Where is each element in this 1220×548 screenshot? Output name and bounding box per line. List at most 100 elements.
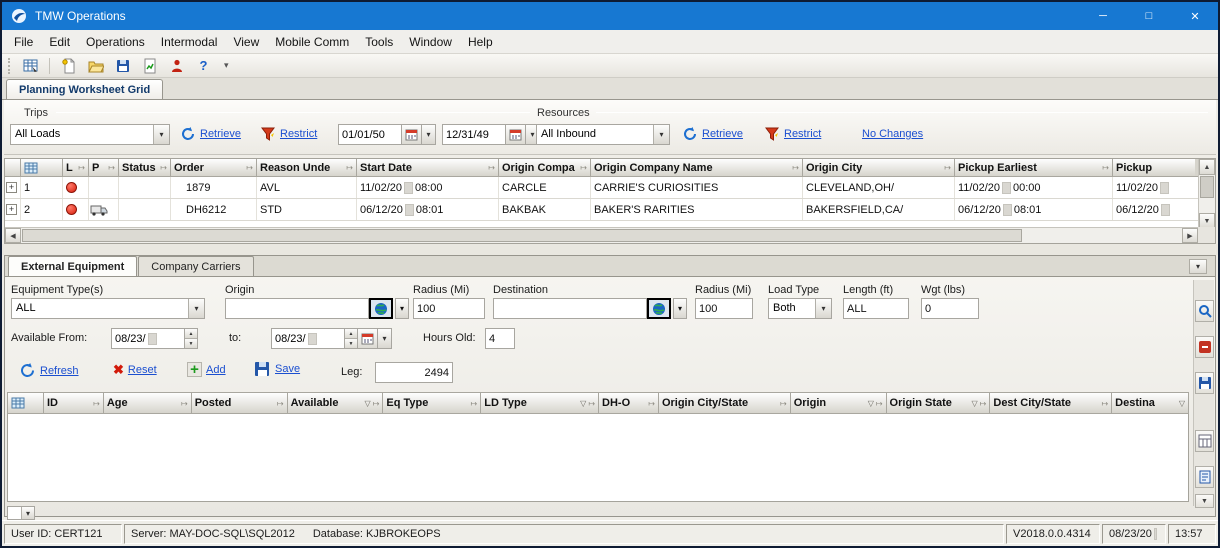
trips-restrict-button[interactable]: Restrict [260,126,317,142]
trip-row-1[interactable]: + 1 1879 AVL 11/02/2008:00 CARCLE CARRIE… [5,177,1198,199]
wgt-input[interactable] [921,298,979,319]
panel-splitter[interactable] [2,244,1218,255]
expand-icon[interactable]: + [6,182,17,193]
pin-icon[interactable]: ↦ [876,399,883,408]
new-button[interactable] [58,55,79,76]
trips-date-from-value[interactable]: 01/01/50 [338,124,402,145]
toolbar-overflow-button[interactable]: ▾ [220,60,233,71]
filter-funnel-icon[interactable]: ▽ [365,399,371,408]
spin-down-icon[interactable]: ▼ [345,338,357,348]
resources-retrieve-button[interactable]: Retrieve [682,126,743,142]
trips-date-from-field[interactable]: 01/01/50 ▾ [338,124,436,145]
trip-row-2[interactable]: + 2 DH6212 STD 06/12/2008:01 BAKBAK BAKE… [5,199,1198,221]
column-header-pickup[interactable]: Pickup [1113,159,1195,176]
column-header-origin-state[interactable]: Origin State▽↦ [887,393,991,413]
cell-row-number[interactable]: 1 [21,177,63,198]
radius-destination-input[interactable] [695,298,753,319]
driver-button[interactable] [166,55,187,76]
help-button[interactable]: ? [193,55,214,76]
column-header-dh-o[interactable]: DH-O↦ [599,393,659,413]
column-header-start-date[interactable]: Start Date↦ [357,159,499,176]
menu-intermodal[interactable]: Intermodal [153,31,226,53]
chevron-down-icon[interactable]: ▾ [422,124,436,145]
pin-icon[interactable]: ↦ [181,399,188,408]
hours-old-input[interactable] [485,328,515,349]
column-header-dest-city-state[interactable]: Dest City/State↦ [990,393,1112,413]
spin-down-icon[interactable]: ▼ [185,338,197,348]
column-header-origin-company-name[interactable]: Origin Company Name↦ [591,159,803,176]
dock-search-button[interactable] [1195,300,1214,322]
cell-p[interactable] [89,177,119,198]
column-header-p[interactable]: P↦ [89,159,119,176]
pin-icon[interactable]: ↦ [471,399,478,408]
column-header-origin-city-state[interactable]: Origin City/State↦ [659,393,791,413]
spin-up-icon[interactable]: ▲ [185,329,197,338]
cell-pickup[interactable]: 11/02/20 [1113,177,1195,198]
report-button[interactable] [139,55,160,76]
filter-funnel-icon[interactable]: ▽ [972,399,978,408]
cell-status[interactable] [119,199,171,220]
trips-filter-combo[interactable]: All Loads ▾ [10,124,170,145]
calendar-button[interactable] [358,328,378,349]
pin-icon[interactable]: ↦ [648,399,655,408]
origin-globe-button[interactable] [369,298,393,319]
expand-icon[interactable]: + [6,204,17,215]
column-header-l[interactable]: L↦ [63,159,89,176]
cell-origin-company[interactable]: CARCLE [499,177,591,198]
chevron-down-icon[interactable]: ▾ [21,507,34,519]
dock-document-button[interactable] [1195,466,1214,488]
pin-icon[interactable]: ↦ [160,163,167,172]
pin-icon[interactable]: ↦ [780,399,787,408]
planning-worksheet-button[interactable] [20,55,41,76]
tab-external-equipment[interactable]: External Equipment [8,256,137,276]
cell-origin-company-name[interactable]: CARRIE'S CURIOSITIES [591,177,803,198]
menu-window[interactable]: Window [401,31,460,53]
calendar-button[interactable] [506,124,526,145]
cell-origin-city[interactable]: CLEVELAND,OH/ [803,177,955,198]
maximize-button[interactable]: □ [1126,2,1172,30]
cell-origin-company-name[interactable]: BAKER'S RARITIES [591,199,803,220]
column-header-eq-type[interactable]: Eq Type↦ [383,393,481,413]
radius-origin-input[interactable] [413,298,485,319]
cell-start-date[interactable]: 06/12/2008:01 [357,199,499,220]
pin-icon[interactable]: ↦ [980,399,987,408]
equipment-type-combo[interactable]: ALL ▾ [11,298,205,319]
cell-status[interactable] [119,177,171,198]
available-from-field[interactable]: 08/23/ ▲▼ [111,328,198,349]
record-navigator-combo[interactable]: ▾ [7,506,35,520]
destination-globe-button[interactable] [647,298,671,319]
pin-icon[interactable]: ↦ [108,163,115,172]
filter-funnel-icon[interactable]: ▽ [868,399,874,408]
leg-input[interactable] [375,362,453,383]
cell-start-date[interactable]: 11/02/2008:00 [357,177,499,198]
column-header-status[interactable]: Status↦ [119,159,171,176]
cell-order[interactable]: 1879 [171,177,257,198]
pin-icon[interactable]: ↦ [78,163,85,172]
pin-icon[interactable]: ↦ [488,163,495,172]
column-header-pickup-earliest[interactable]: Pickup Earliest↦ [955,159,1113,176]
column-header-age[interactable]: Age↦ [104,393,192,413]
menu-edit[interactable]: Edit [41,31,78,53]
refresh-button[interactable]: Refresh [19,362,79,379]
calendar-button[interactable] [402,124,422,145]
cell-order[interactable]: DH6212 [171,199,257,220]
add-button[interactable]: + Add [187,362,226,377]
trips-retrieve-button[interactable]: Retrieve [180,126,241,142]
trip-grid-vscrollbar[interactable]: ▲ ▼ [1198,159,1215,229]
column-header-available[interactable]: Available▽↦ [288,393,384,413]
chevron-down-icon[interactable]: ▾ [653,125,669,144]
destination-input[interactable] [493,298,647,319]
vscroll-thumb[interactable] [1200,176,1214,198]
pin-icon[interactable]: ↦ [944,163,951,172]
column-header-order[interactable]: Order↦ [171,159,257,176]
dock-alert-button[interactable] [1195,336,1214,358]
column-header-posted[interactable]: Posted↦ [192,393,288,413]
no-changes-link[interactable]: No Changes [862,128,923,140]
cell-origin-city[interactable]: BAKERSFIELD,CA/ [803,199,955,220]
save-button[interactable]: Save [253,360,300,378]
column-header-reason[interactable]: Reason Unde↦ [257,159,357,176]
dock-more-button[interactable]: ▼ [1195,494,1214,508]
reset-button[interactable]: ✖ Reset [113,362,157,378]
menu-operations[interactable]: Operations [78,31,153,53]
tab-planning-worksheet-grid[interactable]: Planning Worksheet Grid [6,79,163,99]
